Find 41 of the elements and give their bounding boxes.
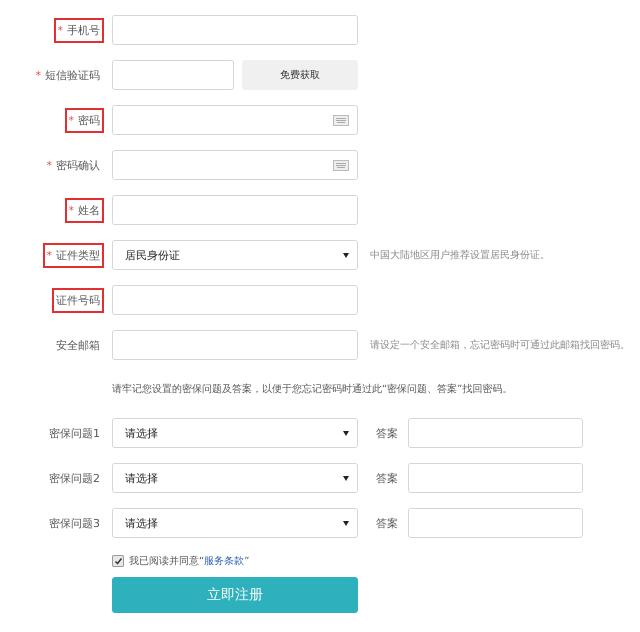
select-field[interactable]: 请选择 xyxy=(112,418,358,448)
question-label: 密保问题1 xyxy=(48,426,101,442)
input-field[interactable] xyxy=(112,195,358,225)
field-label: * 短信验证码 xyxy=(34,68,101,84)
field-label: * 姓名 xyxy=(64,198,104,222)
password-field[interactable] xyxy=(112,105,358,135)
caret-icon xyxy=(343,476,349,480)
agreement-text: 我已阅读并同意“服务条款” xyxy=(129,554,250,568)
answer-label: 答案 xyxy=(376,470,399,486)
password-field[interactable] xyxy=(112,150,358,180)
select-field[interactable]: 请选择 xyxy=(112,508,358,538)
field-label: * 密码 xyxy=(64,108,104,132)
field-label: * 证件类型 xyxy=(42,242,104,268)
terms-link[interactable]: 服务条款 xyxy=(204,556,244,567)
answer-field[interactable] xyxy=(408,508,583,538)
input-field[interactable] xyxy=(112,60,234,90)
caret-icon xyxy=(343,430,349,436)
get-code-button[interactable]: 免费获取 xyxy=(242,60,358,90)
field-label: * 手机号 xyxy=(54,18,104,42)
answer-field[interactable] xyxy=(408,463,583,493)
question-label: 密保问题2 xyxy=(48,470,101,486)
select-field[interactable]: 请选择 xyxy=(112,463,358,493)
question-label: 密保问题3 xyxy=(48,516,101,532)
field-label: 证件号码 xyxy=(52,288,104,312)
caret-icon xyxy=(343,252,349,258)
field-label: 安全邮箱 xyxy=(55,338,101,354)
input-field[interactable] xyxy=(112,330,358,360)
field-label: * 密码确认 xyxy=(46,158,101,174)
keyboard-icon[interactable] xyxy=(333,160,349,170)
answer-label: 答案 xyxy=(376,426,399,440)
keyboard-icon[interactable] xyxy=(333,114,349,126)
hint-text: 请设定一个安全邮箱，忘记密码时可通过此邮箱找回密码。 xyxy=(370,338,630,352)
answer-label: 答案 xyxy=(376,516,399,530)
security-note: 请牢记您设置的密保问题及答案，以便于您忘记密码时通过此“密保问题、答案”找回密码。 xyxy=(112,382,512,396)
hint-text: 中国大陆地区用户推荐设置居民身份证。 xyxy=(370,248,550,262)
input-field[interactable] xyxy=(112,15,358,45)
caret-icon xyxy=(343,520,349,526)
answer-field[interactable] xyxy=(408,418,583,448)
select-field[interactable]: 居民身份证 xyxy=(112,240,358,270)
checkbox[interactable] xyxy=(112,555,124,567)
input-field[interactable] xyxy=(112,285,358,315)
